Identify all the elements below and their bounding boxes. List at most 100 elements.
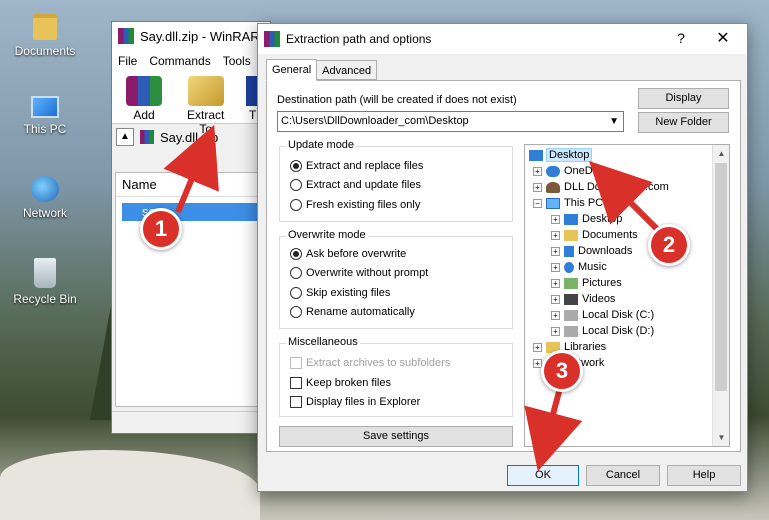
ok-button[interactable]: OK <box>507 465 579 486</box>
radio-button[interactable] <box>290 199 302 211</box>
desktop-icon-network[interactable]: Network <box>0 176 90 220</box>
radio-button[interactable] <box>290 306 302 318</box>
update-option-update[interactable]: Extract and update files <box>290 179 421 191</box>
option-label: Keep broken files <box>306 377 391 389</box>
tree-label: Videos <box>582 293 616 305</box>
destination-path-input[interactable]: C:\Users\DllDownloader_com\Desktop ▼ <box>277 111 624 132</box>
user-icon <box>546 181 560 193</box>
expand-icon[interactable]: + <box>551 262 560 272</box>
documents-icon <box>564 229 578 241</box>
winrar-status-bar <box>112 411 270 433</box>
up-folder-button[interactable]: ▲ <box>116 128 134 146</box>
scroll-up-icon[interactable]: ▲ <box>713 145 730 162</box>
misc-option-keep-broken[interactable]: Keep broken files <box>290 377 391 389</box>
checkbox[interactable] <box>290 396 302 408</box>
extract-to-button[interactable]: Extract To <box>180 76 231 136</box>
dialog-title-bar[interactable]: Extraction path and options ? ✕ <box>258 24 747 54</box>
tree-label: Local Disk (C:) <box>582 309 655 321</box>
desktop-icon-documents[interactable]: Documents <box>0 14 90 58</box>
tree-item-user[interactable]: + DLL Downloader.com <box>533 181 669 193</box>
cloud-icon <box>546 165 560 177</box>
tree-label: DLL Downloader.com <box>564 181 669 193</box>
update-option-fresh[interactable]: Fresh existing files only <box>290 199 420 211</box>
radio-button[interactable] <box>290 248 302 260</box>
expand-icon[interactable]: + <box>551 214 560 224</box>
close-button[interactable]: ✕ <box>713 28 733 48</box>
tree-item-this-pc[interactable]: − This PC <box>533 197 603 209</box>
overwrite-option-without-prompt[interactable]: Overwrite without prompt <box>290 267 428 279</box>
snow-ground <box>0 450 260 520</box>
update-option-replace[interactable]: Extract and replace files <box>290 160 423 172</box>
tree-item-desktop[interactable]: Desktop <box>529 148 593 162</box>
winrar-title-bar[interactable]: Say.dll.zip - WinRAR <box>112 22 270 50</box>
column-header-name[interactable]: Name <box>116 173 266 197</box>
tree-item-music[interactable]: + Music <box>551 261 607 273</box>
disk-drive-icon <box>564 309 578 321</box>
desktop-icon <box>529 149 543 161</box>
winrar-title: Say.dll.zip - WinRAR <box>140 28 260 44</box>
overwrite-option-ask[interactable]: Ask before overwrite <box>290 248 406 260</box>
cancel-button[interactable]: Cancel <box>586 465 660 486</box>
save-settings-button[interactable]: Save settings <box>279 426 513 447</box>
tree-item-downloads[interactable]: + Downloads <box>551 245 632 257</box>
desktop-icon-this-pc[interactable]: This PC <box>0 96 90 136</box>
expand-icon[interactable]: + <box>551 278 560 288</box>
video-icon <box>564 293 578 305</box>
new-folder-button[interactable]: New Folder <box>638 112 729 133</box>
help-button[interactable]: Help <box>667 465 741 486</box>
tree-item-pictures[interactable]: + Pictures <box>551 277 622 289</box>
scroll-thumb[interactable] <box>715 163 727 391</box>
menu-file[interactable]: File <box>118 54 137 68</box>
folder-tree[interactable]: Desktop + OneDrive + DLL Downloader.com … <box>524 144 730 447</box>
dialog-tabs: General Advanced <box>266 59 378 82</box>
tree-label: Pictures <box>582 277 622 289</box>
scroll-down-icon[interactable]: ▼ <box>713 429 730 446</box>
expand-icon[interactable]: + <box>551 326 560 336</box>
misc-option-display-explorer[interactable]: Display files in Explorer <box>290 396 420 408</box>
tree-item-pc-desktop[interactable]: + Desktop <box>551 213 622 225</box>
display-button[interactable]: Display <box>638 88 729 109</box>
collapse-icon[interactable]: − <box>533 198 542 208</box>
disk-drive-icon <box>564 325 578 337</box>
menu-tools[interactable]: Tools <box>223 54 251 68</box>
desktop-icon-recycle-bin[interactable]: Recycle Bin <box>0 258 90 306</box>
expand-icon[interactable]: + <box>533 166 542 176</box>
recycle-bin-icon <box>34 258 56 288</box>
winrar-app-icon <box>118 28 134 44</box>
chevron-down-icon[interactable]: ▼ <box>609 112 619 131</box>
expand-icon[interactable]: + <box>551 310 560 320</box>
miscellaneous-title: Miscellaneous <box>286 336 360 348</box>
tab-general[interactable]: General <box>266 59 318 81</box>
add-label: Add <box>133 108 155 122</box>
tree-label: Downloads <box>578 245 633 257</box>
expand-icon[interactable]: + <box>533 342 542 352</box>
expand-icon[interactable]: + <box>551 294 560 304</box>
desktop-icon <box>564 213 578 225</box>
tree-item-videos[interactable]: + Videos <box>551 293 615 305</box>
expand-icon[interactable]: + <box>533 182 542 192</box>
overwrite-option-rename[interactable]: Rename automatically <box>290 306 415 318</box>
step-badge-2: 2 <box>648 224 690 266</box>
winrar-window: Say.dll.zip - WinRAR File Commands Tools… <box>111 21 271 434</box>
tree-item-documents[interactable]: + Documents <box>551 229 638 241</box>
checkbox[interactable] <box>290 377 302 389</box>
tree-item-local-disk-c[interactable]: + Local Disk (C:) <box>551 309 654 321</box>
overwrite-option-skip[interactable]: Skip existing files <box>290 287 390 299</box>
tree-label: Documents <box>582 229 638 241</box>
help-title-button[interactable]: ? <box>671 30 691 46</box>
update-mode-group: Update mode Extract and replace files Ex… <box>279 139 513 222</box>
option-label: Display files in Explorer <box>306 396 421 408</box>
tree-item-onedrive[interactable]: + OneDrive <box>533 165 610 177</box>
radio-button[interactable] <box>290 160 302 172</box>
tree-scrollbar[interactable]: ▲ ▼ <box>712 145 729 446</box>
radio-button[interactable] <box>290 179 302 191</box>
winrar-menu-bar: File Commands Tools <box>112 50 270 72</box>
add-button[interactable]: Add <box>122 76 166 122</box>
tab-advanced[interactable]: Advanced <box>316 60 378 80</box>
radio-button[interactable] <box>290 287 302 299</box>
expand-icon[interactable]: + <box>551 246 560 256</box>
radio-button[interactable] <box>290 267 302 279</box>
tree-item-local-disk-d[interactable]: + Local Disk (D:) <box>551 325 654 337</box>
menu-commands[interactable]: Commands <box>149 54 210 68</box>
expand-icon[interactable]: + <box>551 230 560 240</box>
